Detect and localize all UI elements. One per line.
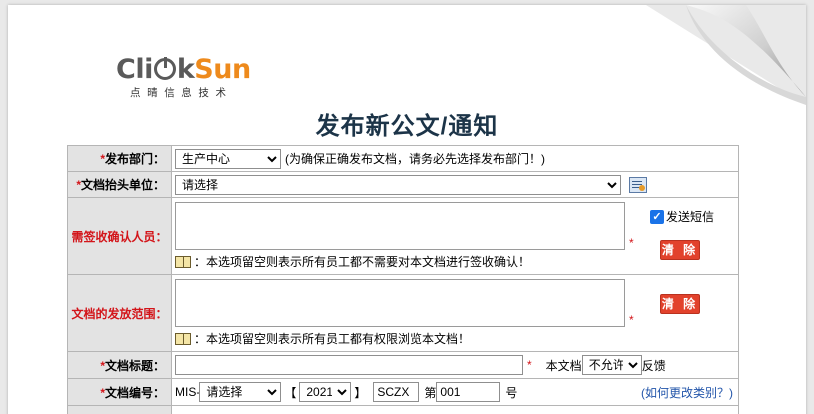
feedback-suffix: 反馈 [641, 358, 666, 373]
dept-select[interactable]: 生产中心 [175, 148, 281, 169]
unit-select[interactable]: 请选择 [175, 174, 621, 195]
logo-mouse-icon [153, 57, 176, 80]
dept-label: *发布部门： [67, 145, 172, 172]
clicksun-logo: Cli kSun 点晴信息技术 [116, 53, 251, 100]
scope-textarea[interactable] [175, 279, 625, 327]
publish-form: *发布部门： 生产中心 (为确保正确发布文档，请务必先选择发布部门！) *文档抬… [67, 145, 739, 414]
doc-no-di: 第 [424, 385, 437, 400]
logo-text-sun: Sun [194, 54, 251, 85]
change-category-link[interactable]: (如何更改类别？) [641, 384, 735, 401]
doc-type-select[interactable]: 请选择 [199, 382, 282, 402]
signers-textarea[interactable] [175, 202, 625, 250]
send-sms-checkbox[interactable]: ✓ 发送短信 [650, 208, 714, 225]
checkmark-icon: ✓ [650, 209, 664, 224]
doc-number-input[interactable] [436, 382, 501, 402]
book-icon [175, 255, 191, 268]
doc-no-hao: 号 [505, 385, 518, 400]
book-icon [175, 332, 191, 345]
doc-no-label: *文档编号： [67, 378, 172, 406]
next-row-value [171, 405, 739, 414]
scope-clear-button[interactable]: 清 除 [660, 294, 700, 314]
scope-hint: ：本选项留空则表示所有员工都有权限浏览本文档！ [194, 332, 471, 346]
logo-tagline: 点晴信息技术 [130, 87, 233, 99]
doc-title-label: *文档标题： [67, 351, 172, 379]
signers-label: 需签收确认人员： [67, 197, 172, 275]
send-sms-label: 发送短信 [666, 210, 715, 224]
doc-code-input[interactable] [373, 382, 420, 402]
next-row-label [67, 405, 172, 414]
logo-text-click: Cli [116, 54, 153, 85]
signers-clear-button[interactable]: 清 除 [660, 240, 700, 260]
signers-hint: ：本选项留空则表示所有员工都不需要对本文档进行签收确认！ [194, 255, 531, 269]
doc-title-input[interactable] [175, 355, 523, 375]
dept-note: (为确保正确发布文档，请务必先选择发布部门！) [285, 152, 545, 166]
unit-label: *文档抬头单位： [67, 171, 172, 198]
page-curl-decoration [646, 5, 806, 105]
open-bracket: 【 [284, 385, 297, 400]
page-title: 发布新公文/通知 [315, 113, 499, 140]
logo-text-k: k [176, 54, 195, 85]
year-select[interactable]: 2021 [299, 382, 352, 402]
scope-label: 文档的发放范围： [67, 274, 172, 352]
close-bracket: 】 [354, 385, 367, 400]
feedback-prefix: 本文档 [545, 358, 582, 373]
doc-no-prefix: MIS- [175, 385, 201, 399]
feedback-select[interactable]: 不允许 [581, 355, 642, 375]
unit-picker-icon[interactable] [629, 176, 647, 193]
